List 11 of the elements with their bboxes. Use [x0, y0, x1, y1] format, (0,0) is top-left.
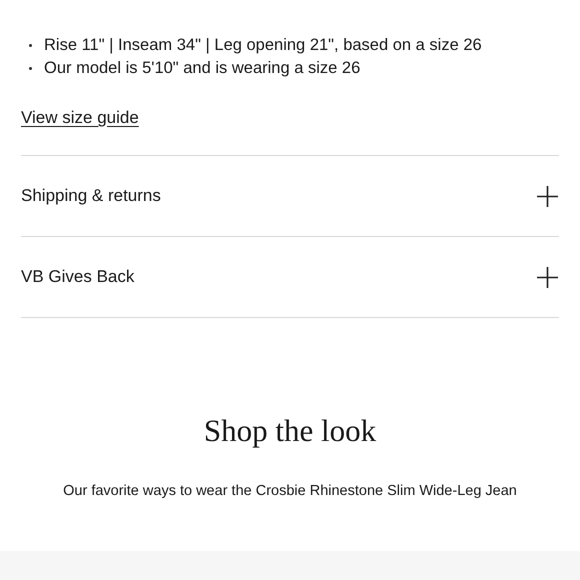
detail-text: Our model is 5'10" and is wearing a size 26	[44, 58, 360, 79]
size-guide-link[interactable]: View size guide	[21, 106, 139, 130]
accordion-title: Shipping & returns	[21, 186, 161, 206]
section-subtitle: Our favorite ways to wear the Crosbie Rhinestone Slim Wide-Leg Jean	[62, 482, 518, 501]
accordion-title: VB Gives Back	[21, 267, 134, 287]
accordion-header[interactable]: VB Gives Back	[21, 237, 559, 318]
section-heading: Shop the look	[204, 412, 376, 450]
accordion-header[interactable]: Shipping & returns	[21, 156, 559, 237]
bullet-icon	[29, 44, 32, 47]
bullet-icon	[29, 67, 32, 70]
detail-text: Rise 11" | Inseam 34" | Leg opening 21", based on a size 26	[44, 35, 482, 56]
